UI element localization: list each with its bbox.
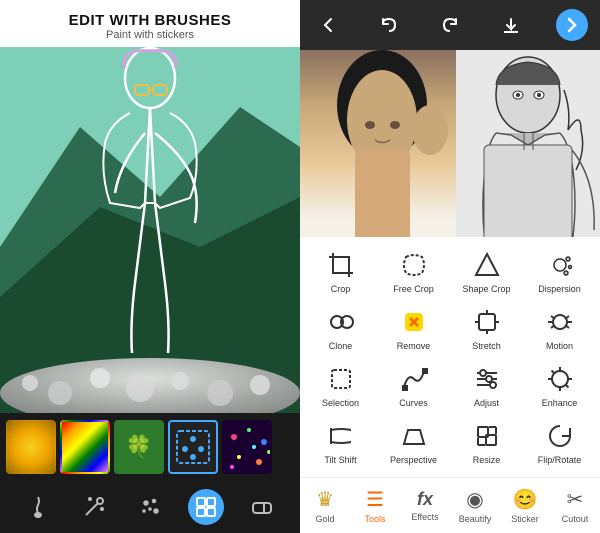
main-image	[0, 47, 300, 413]
main-subtitle: Paint with stickers	[10, 29, 290, 41]
undo-button[interactable]	[373, 9, 405, 41]
crop-tool[interactable]: Crop	[308, 243, 373, 298]
sticker-gold[interactable]	[6, 420, 56, 474]
brush-tool[interactable]	[20, 489, 56, 525]
photo-area	[300, 50, 600, 237]
sticker-rainbow[interactable]	[60, 420, 110, 474]
nav-effects[interactable]: fx Effects	[400, 489, 450, 522]
eraser-tool[interactable]	[244, 489, 280, 525]
shape-crop-tool[interactable]: Shape Crop	[454, 243, 519, 298]
main-title: EDIT WITH BRUSHES	[10, 12, 290, 29]
nav-tools[interactable]: ☰ Tools	[350, 487, 400, 524]
nav-sticker[interactable]: 😊 Sticker	[500, 487, 550, 524]
flip-rotate-tool[interactable]: Flip/Rotate	[527, 414, 592, 469]
tools-row-3: Selection Curves	[304, 357, 596, 412]
tilt-shift-tool[interactable]: Tilt Shift	[308, 414, 373, 469]
nav-gold[interactable]: ♛ Gold	[300, 487, 350, 524]
motion-tool[interactable]: Motion	[527, 300, 592, 355]
nav-cutout[interactable]: ✂ Cutout	[550, 487, 600, 524]
stretch-tool[interactable]: Stretch	[454, 300, 519, 355]
tools-row-2: Clone Remove Stretch	[304, 300, 596, 355]
tools-row-1: Crop Free Crop Shape Crop	[304, 243, 596, 298]
enhance-tool[interactable]: Enhance	[527, 357, 592, 412]
next-button[interactable]	[556, 9, 588, 41]
download-button[interactable]	[495, 9, 527, 41]
perspective-tool[interactable]: Perspective	[381, 414, 446, 469]
redo-button[interactable]	[434, 9, 466, 41]
left-panel: EDIT WITH BRUSHES Paint with stickers	[0, 0, 300, 533]
remove-tool[interactable]: Remove	[381, 300, 446, 355]
curves-tool[interactable]: Curves	[381, 357, 446, 412]
sticker-tray: 🍀	[0, 413, 300, 481]
right-panel: Crop Free Crop Shape Crop	[300, 0, 600, 533]
sparkle-tool[interactable]	[132, 489, 168, 525]
right-header	[300, 0, 600, 50]
adjust-tool[interactable]: Adjust	[454, 357, 519, 412]
tools-grid: Crop Free Crop Shape Crop	[300, 237, 600, 477]
clone-tool[interactable]: Clone	[308, 300, 373, 355]
sticker-clover[interactable]: 🍀	[114, 420, 164, 474]
resize-tool[interactable]: Resize	[454, 414, 519, 469]
left-header: EDIT WITH BRUSHES Paint with stickers	[0, 0, 300, 47]
sticker-brush-tool[interactable]	[188, 489, 224, 525]
sticker-selected[interactable]	[168, 420, 218, 474]
bottom-toolbar	[0, 481, 300, 533]
bottom-nav: ♛ Gold ☰ Tools fx Effects ◉ Beautify 😊 S…	[300, 477, 600, 533]
magic-tool[interactable]	[76, 489, 112, 525]
nav-beautify[interactable]: ◉ Beautify	[450, 487, 500, 524]
back-button[interactable]	[312, 9, 344, 41]
selection-tool[interactable]: Selection	[308, 357, 373, 412]
sticker-confetti[interactable]	[222, 420, 272, 474]
dispersion-tool[interactable]: Dispersion	[527, 243, 592, 298]
tools-row-4: Tilt Shift Perspective	[304, 414, 596, 469]
free-crop-tool[interactable]: Free Crop	[381, 243, 446, 298]
